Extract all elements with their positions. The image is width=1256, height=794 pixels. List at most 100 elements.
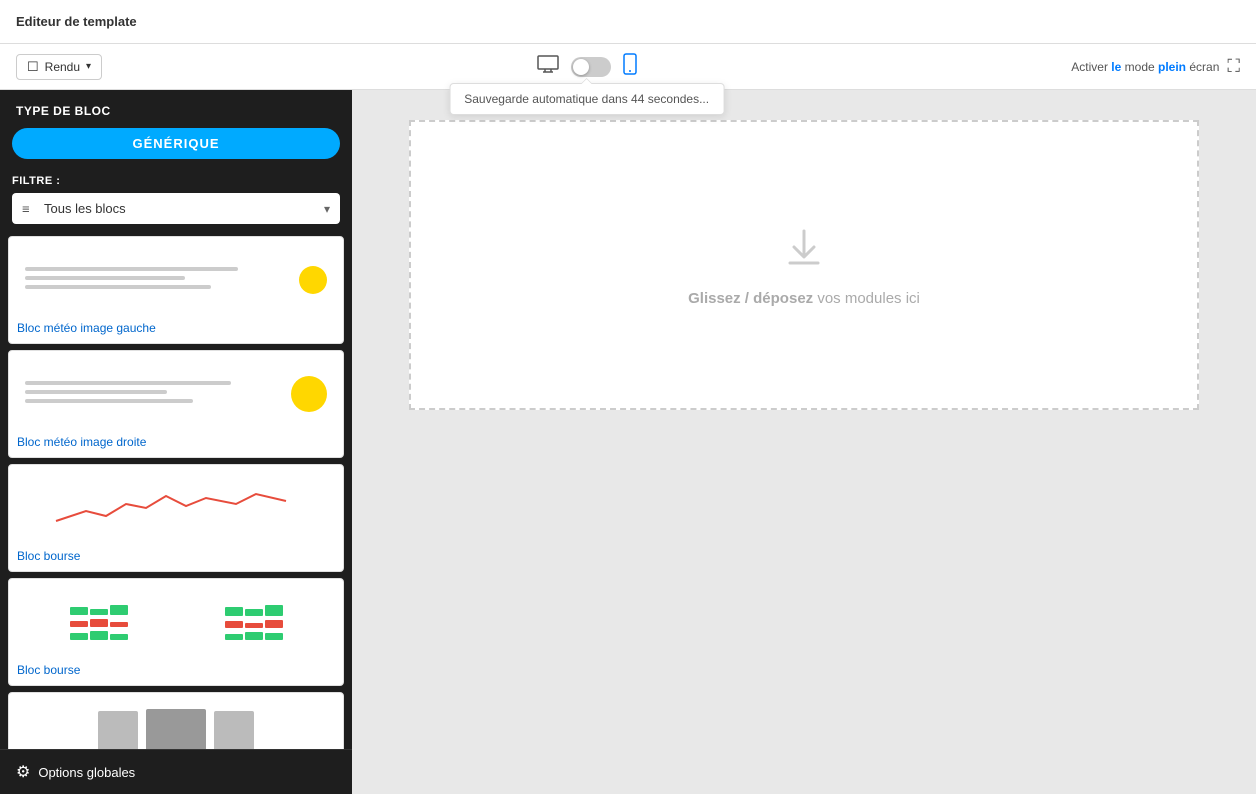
bourse-bar-red bbox=[265, 620, 283, 628]
block-label-bourse-line: Bloc bourse bbox=[17, 549, 335, 563]
sun-icon bbox=[291, 376, 327, 412]
toolbar-center: Sauvegarde automatique dans 44 secondes.… bbox=[537, 53, 637, 80]
filter-select[interactable]: Tous les blocs bbox=[12, 193, 340, 224]
bourse-col-2 bbox=[225, 605, 283, 640]
block-item-bourse-table[interactable]: Bloc bourse bbox=[8, 578, 344, 686]
bourse-bar-green bbox=[90, 631, 108, 640]
bourse-bar-green bbox=[70, 633, 88, 640]
block-preview-bourse-line bbox=[17, 473, 335, 543]
carousel-img-right bbox=[214, 711, 254, 749]
bourse-bar-red bbox=[110, 622, 128, 627]
block-item-meteo-gauche[interactable]: Bloc météo image gauche bbox=[8, 236, 344, 344]
toolbar-right: Activer le mode plein écran ⛶ bbox=[1071, 56, 1240, 77]
phone-frame-icon: ☐ bbox=[27, 59, 39, 75]
toolbar: ☐ Rendu ▾ bbox=[0, 44, 1256, 90]
bourse-bar-red bbox=[90, 619, 108, 627]
fullscreen-highlight-plein: plein bbox=[1158, 60, 1186, 74]
gear-icon: ⚙ bbox=[16, 762, 30, 782]
text-line-2 bbox=[25, 390, 167, 394]
meteo-left-text-lines bbox=[25, 267, 291, 294]
top-bar: Editeur de template bbox=[0, 0, 1256, 44]
bourse-bar-group-5 bbox=[225, 620, 283, 628]
bourse-line-chart bbox=[17, 476, 335, 541]
bourse-bar-red bbox=[245, 623, 263, 628]
text-line-2 bbox=[25, 276, 185, 280]
block-label-bourse-table: Bloc bourse bbox=[17, 663, 335, 677]
block-preview-bourse-table bbox=[17, 587, 335, 657]
generique-button[interactable]: GÉNÉRIQUE bbox=[12, 128, 340, 159]
sun-icon bbox=[299, 266, 327, 294]
bourse-bar-green bbox=[225, 607, 243, 616]
bourse-bar-green bbox=[265, 605, 283, 616]
block-preview-carousel bbox=[17, 701, 335, 749]
device-toggle[interactable] bbox=[571, 57, 611, 77]
text-line-1 bbox=[25, 267, 238, 271]
autosave-tooltip: Sauvegarde automatique dans 44 secondes.… bbox=[449, 83, 724, 115]
chevron-down-icon: ▾ bbox=[86, 61, 91, 72]
autosave-text: Sauvegarde automatique dans 44 secondes.… bbox=[464, 92, 709, 106]
block-list: Bloc météo image gauche bbox=[0, 232, 352, 749]
desktop-icon[interactable] bbox=[537, 55, 559, 78]
bourse-col-1 bbox=[70, 605, 128, 640]
fullscreen-icon[interactable]: ⛶ bbox=[1227, 56, 1240, 77]
meteo-right-preview bbox=[17, 364, 335, 424]
bourse-bar-green bbox=[245, 632, 263, 640]
options-globales-button[interactable]: ⚙ Options globales bbox=[16, 762, 135, 782]
bourse-bar-group-6 bbox=[225, 632, 283, 640]
fullscreen-highlight-le: le bbox=[1111, 60, 1121, 74]
block-item-carousel[interactable]: Bloc carousel 1 image bbox=[8, 692, 344, 749]
block-preview-meteo-gauche bbox=[17, 245, 335, 315]
options-globales-label: Options globales bbox=[38, 765, 135, 780]
bourse-bar-green bbox=[70, 607, 88, 615]
block-item-bourse-line[interactable]: Bloc bourse bbox=[8, 464, 344, 572]
bourse-bar-group-3 bbox=[70, 631, 128, 640]
text-line-1 bbox=[25, 381, 231, 385]
canvas-frame[interactable]: Glissez / déposez vos modules ici bbox=[409, 120, 1199, 410]
filter-chevron-icon: ▾ bbox=[324, 202, 330, 216]
carousel-img-center bbox=[146, 709, 206, 750]
mobile-icon[interactable] bbox=[623, 53, 637, 80]
drop-text-bold: Glissez / déposez bbox=[688, 290, 813, 307]
text-line-3 bbox=[25, 285, 211, 289]
sidebar: TYPE DE BLOC GÉNÉRIQUE FILTRE : ≡ Tous l… bbox=[0, 90, 352, 794]
filter-list-icon: ≡ bbox=[22, 201, 30, 216]
filter-select-wrapper: ≡ Tous les blocs ▾ bbox=[12, 193, 340, 224]
bourse-bar-green bbox=[225, 634, 243, 640]
block-item-meteo-droite[interactable]: Bloc météo image droite bbox=[8, 350, 344, 458]
bourse-bar-group-2 bbox=[70, 619, 128, 627]
block-preview-meteo-droite bbox=[17, 359, 335, 429]
bourse-table-preview bbox=[17, 590, 335, 655]
bourse-bar-red bbox=[225, 621, 243, 628]
rendu-button[interactable]: ☐ Rendu ▾ bbox=[16, 54, 102, 80]
main-area: TYPE DE BLOC GÉNÉRIQUE FILTRE : ≡ Tous l… bbox=[0, 90, 1256, 794]
toolbar-left: ☐ Rendu ▾ bbox=[16, 54, 102, 80]
bourse-bar-red bbox=[70, 621, 88, 627]
canvas-area: Glissez / déposez vos modules ici bbox=[352, 90, 1256, 794]
block-label-meteo-gauche: Bloc météo image gauche bbox=[17, 321, 335, 335]
bourse-bar-green bbox=[245, 609, 263, 616]
meteo-left-preview bbox=[17, 250, 335, 310]
carousel-preview bbox=[17, 704, 335, 750]
text-line-3 bbox=[25, 399, 193, 403]
bourse-bar-green bbox=[90, 609, 108, 615]
toggle-knob bbox=[573, 59, 589, 75]
filter-label: FILTRE : bbox=[12, 175, 340, 187]
block-label-meteo-droite: Bloc météo image droite bbox=[17, 435, 335, 449]
drop-icon bbox=[780, 223, 828, 280]
bourse-bar-green bbox=[265, 633, 283, 640]
carousel-img-left bbox=[98, 711, 138, 749]
app-title: Editeur de template bbox=[16, 14, 137, 29]
drop-zone-text: Glissez / déposez vos modules ici bbox=[688, 290, 920, 307]
sidebar-footer: ⚙ Options globales bbox=[0, 749, 352, 794]
drop-text-rest: vos modules ici bbox=[813, 290, 920, 307]
bourse-bar-green bbox=[110, 634, 128, 640]
filter-section: FILTRE : ≡ Tous les blocs ▾ bbox=[0, 169, 352, 232]
sidebar-header: TYPE DE BLOC bbox=[0, 90, 352, 128]
meteo-right-text-lines bbox=[25, 381, 283, 408]
fullscreen-text: Activer le mode plein écran bbox=[1071, 60, 1219, 74]
bourse-bar-green bbox=[110, 605, 128, 615]
bourse-bar-group bbox=[70, 605, 128, 615]
rendu-label: Rendu bbox=[45, 60, 80, 74]
bourse-bar-group-4 bbox=[225, 605, 283, 616]
app-container: Editeur de template ☐ Rendu ▾ bbox=[0, 0, 1256, 794]
